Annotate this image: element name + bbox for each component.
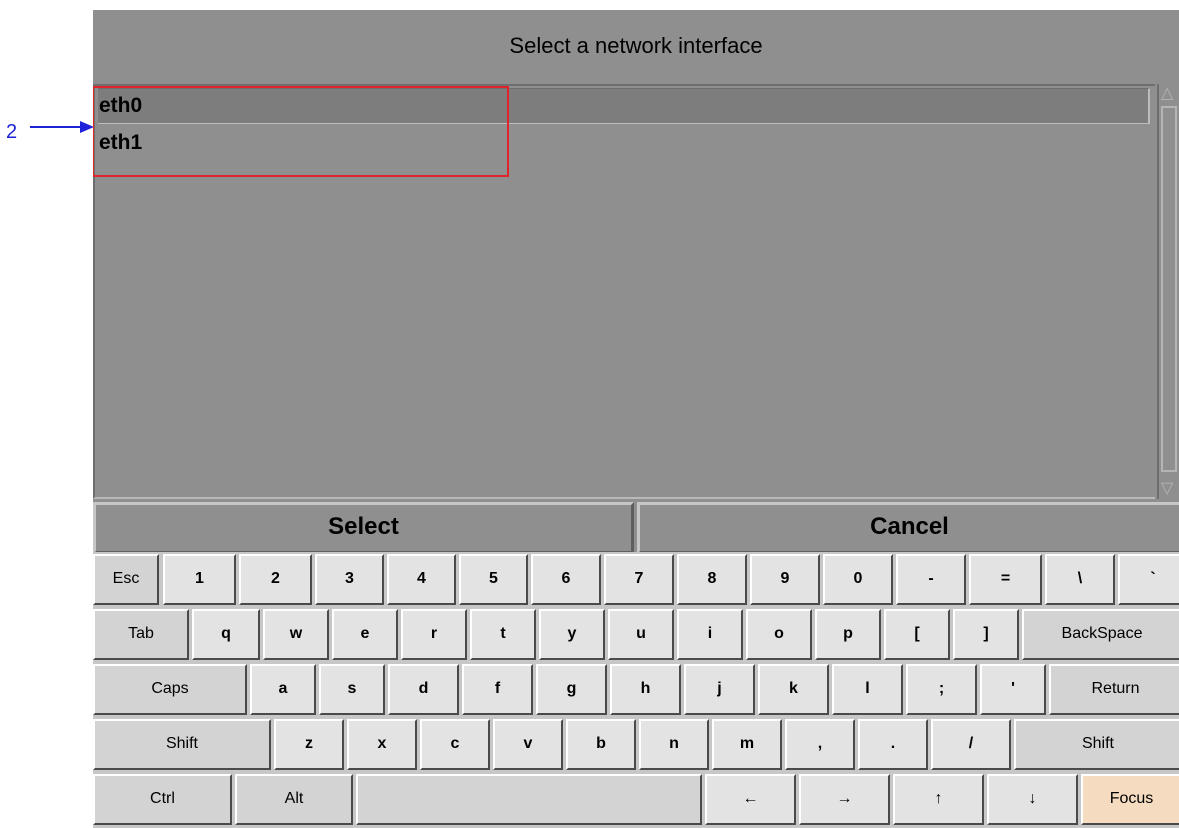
key-j[interactable]: j (684, 664, 755, 715)
key-1[interactable]: 1 (163, 554, 236, 605)
key-shift-left[interactable]: Shift (93, 719, 271, 770)
key-focus[interactable]: Focus (1081, 774, 1179, 825)
key-r[interactable]: r (401, 609, 467, 660)
scroll-up-arrow-icon[interactable]: △ (1161, 86, 1173, 102)
scroll-track[interactable] (1161, 106, 1177, 472)
key-y[interactable]: y (539, 609, 605, 660)
key-return[interactable]: Return (1049, 664, 1179, 715)
key-5[interactable]: 5 (459, 554, 528, 605)
key-2[interactable]: 2 (239, 554, 312, 605)
key-8[interactable]: 8 (677, 554, 747, 605)
key-semicolon[interactable]: ; (906, 664, 977, 715)
key-w[interactable]: w (263, 609, 329, 660)
key-4[interactable]: 4 (387, 554, 456, 605)
key-k[interactable]: k (758, 664, 829, 715)
key-left-bracket[interactable]: [ (884, 609, 950, 660)
cancel-button[interactable]: Cancel (637, 502, 1179, 554)
dialog-titlebar: Select a network interface (93, 10, 1179, 84)
annotation-number: 2 (6, 121, 18, 143)
key-period[interactable]: . (858, 719, 928, 770)
key-o[interactable]: o (746, 609, 812, 660)
interface-list[interactable]: eth0 eth1 (93, 84, 1155, 499)
key-n[interactable]: n (639, 719, 709, 770)
key-up-arrow-icon[interactable]: ↑ (893, 774, 984, 825)
key-t[interactable]: t (470, 609, 536, 660)
dialog-title: Select a network interface (509, 33, 763, 58)
key-0[interactable]: 0 (823, 554, 893, 605)
key-9[interactable]: 9 (750, 554, 820, 605)
key-i[interactable]: i (677, 609, 743, 660)
scroll-down-arrow-icon[interactable]: ▽ (1161, 481, 1173, 497)
on-screen-keyboard: Esc 1 2 3 4 5 6 7 8 9 0 - = \ ` Tab q w … (93, 552, 1179, 828)
key-space[interactable] (356, 774, 702, 825)
key-q[interactable]: q (192, 609, 260, 660)
key-e[interactable]: e (332, 609, 398, 660)
key-z[interactable]: z (274, 719, 344, 770)
key-down-arrow-icon[interactable]: ↓ (987, 774, 1078, 825)
dialog-button-row: Select Cancel (93, 502, 1179, 557)
key-slash[interactable]: / (931, 719, 1011, 770)
key-equals[interactable]: = (969, 554, 1042, 605)
key-tab[interactable]: Tab (93, 609, 189, 660)
key-f[interactable]: f (462, 664, 533, 715)
key-backslash[interactable]: \ (1045, 554, 1115, 605)
key-m[interactable]: m (712, 719, 782, 770)
key-g[interactable]: g (536, 664, 607, 715)
key-left-arrow-icon[interactable]: ← (705, 774, 796, 825)
key-shift-right[interactable]: Shift (1014, 719, 1179, 770)
key-s[interactable]: s (319, 664, 385, 715)
key-6[interactable]: 6 (531, 554, 601, 605)
key-h[interactable]: h (610, 664, 681, 715)
key-x[interactable]: x (347, 719, 417, 770)
key-minus[interactable]: - (896, 554, 966, 605)
key-right-arrow-icon[interactable]: → (799, 774, 890, 825)
key-3[interactable]: 3 (315, 554, 384, 605)
key-v[interactable]: v (493, 719, 563, 770)
list-item-eth1[interactable]: eth1 (98, 126, 142, 162)
key-ctrl[interactable]: Ctrl (93, 774, 232, 825)
key-backspace[interactable]: BackSpace (1022, 609, 1179, 660)
key-7[interactable]: 7 (604, 554, 674, 605)
key-right-bracket[interactable]: ] (953, 609, 1019, 660)
key-esc[interactable]: Esc (93, 554, 159, 605)
key-u[interactable]: u (608, 609, 674, 660)
annotation-arrow-icon (30, 121, 94, 133)
key-caps[interactable]: Caps (93, 664, 247, 715)
list-item-eth0[interactable]: eth0 (98, 88, 1150, 124)
key-backtick[interactable]: ` (1118, 554, 1179, 605)
key-c[interactable]: c (420, 719, 490, 770)
key-a[interactable]: a (250, 664, 316, 715)
key-b[interactable]: b (566, 719, 636, 770)
key-apostrophe[interactable]: ' (980, 664, 1046, 715)
list-scrollbar[interactable]: △ ▽ (1157, 84, 1179, 499)
select-button[interactable]: Select (93, 502, 634, 554)
key-d[interactable]: d (388, 664, 459, 715)
key-p[interactable]: p (815, 609, 881, 660)
key-l[interactable]: l (832, 664, 903, 715)
key-alt[interactable]: Alt (235, 774, 353, 825)
key-comma[interactable]: , (785, 719, 855, 770)
